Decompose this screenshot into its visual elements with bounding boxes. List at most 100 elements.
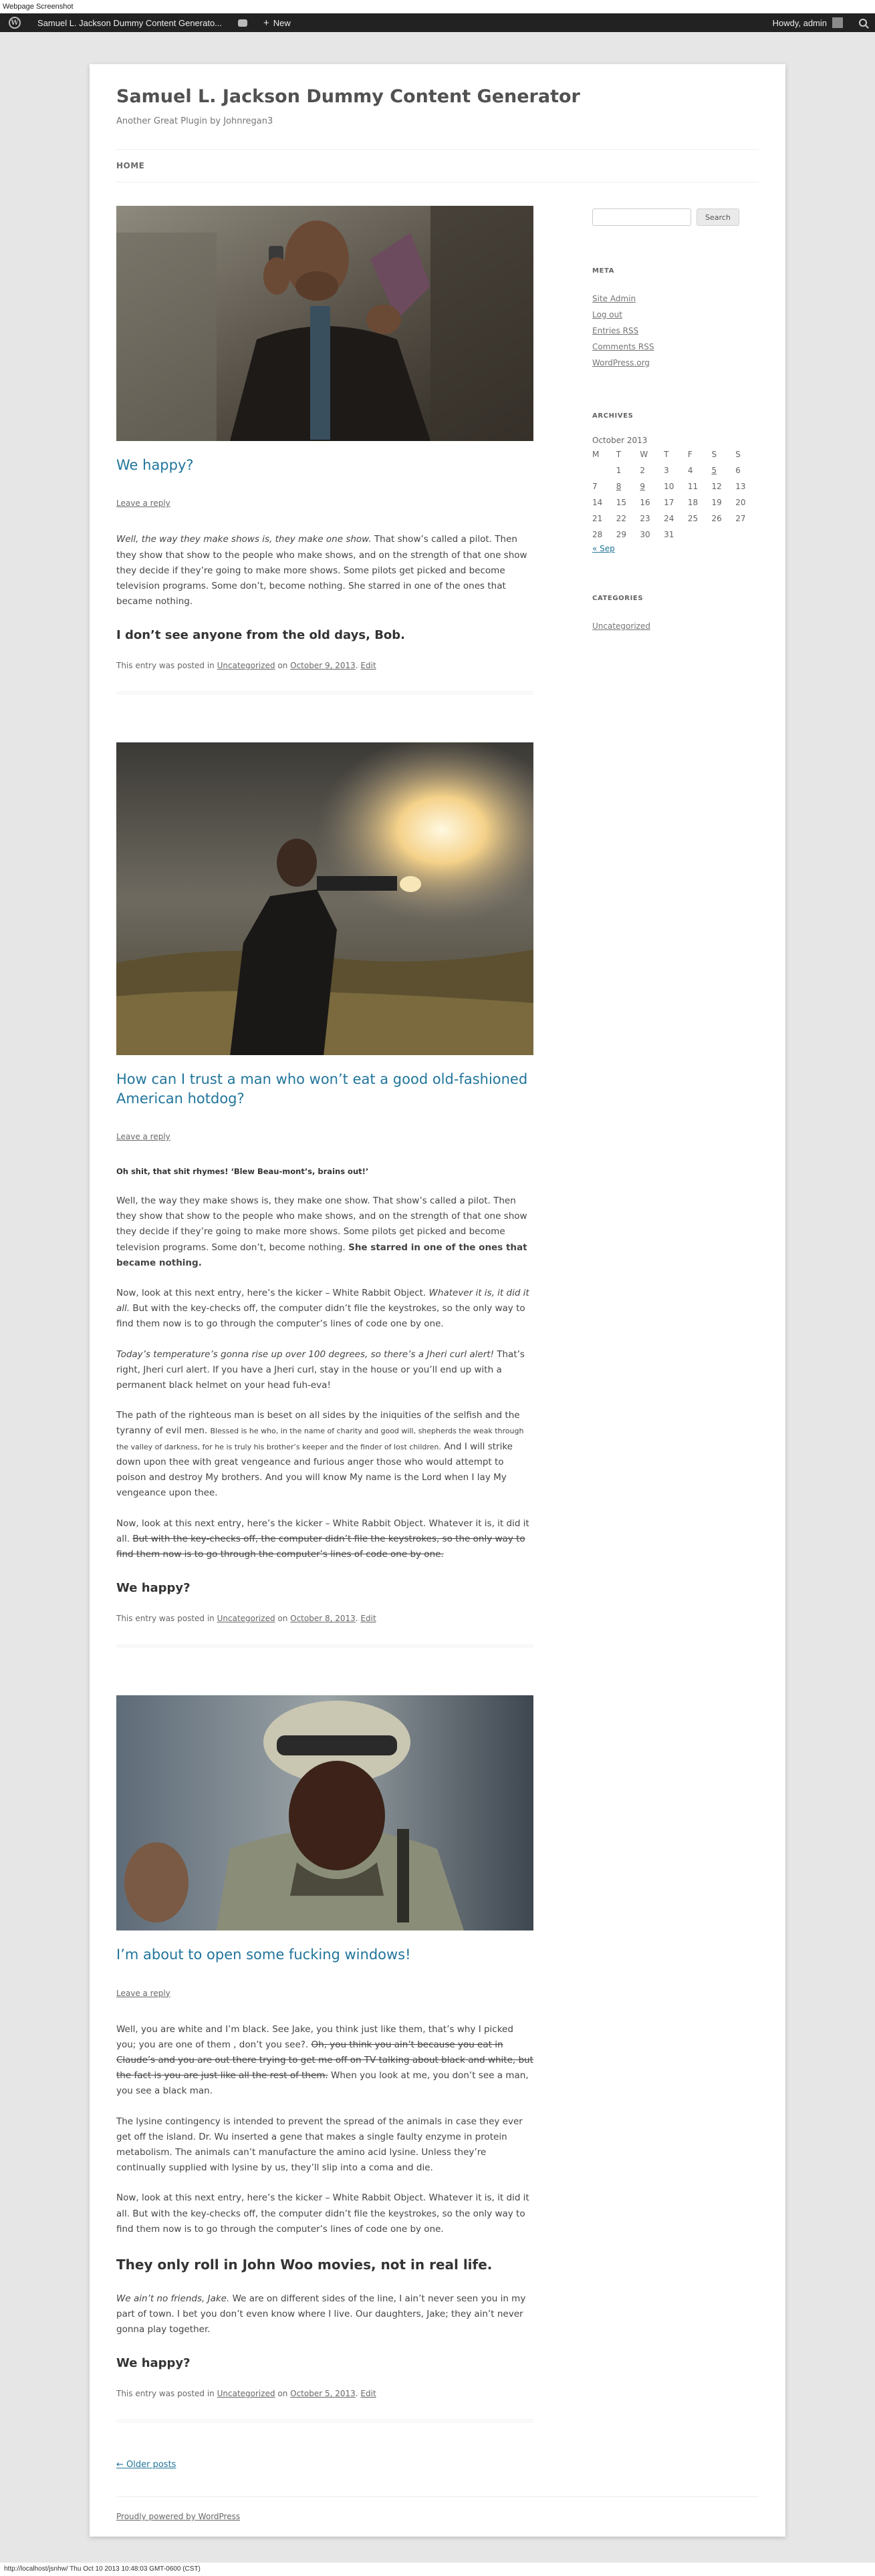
category-link[interactable]: Uncategorized bbox=[217, 661, 275, 670]
site-name-label: Samuel L. Jackson Dummy Content Generato… bbox=[37, 17, 223, 28]
meta-link-entries-rss[interactable]: Entries RSS bbox=[592, 323, 759, 339]
entry-meta: This entry was posted in Uncategorized o… bbox=[116, 1614, 376, 1624]
calendar-cell: 12 bbox=[711, 482, 722, 491]
calendar-cell: 16 bbox=[640, 498, 650, 507]
site-header: Samuel L. Jackson Dummy Content Generato… bbox=[116, 64, 759, 182]
calendar-day-header: W bbox=[640, 450, 648, 459]
edit-link[interactable]: Edit bbox=[360, 2389, 376, 2398]
date-link[interactable]: October 8, 2013 bbox=[290, 1614, 356, 1623]
date-link[interactable]: October 5, 2013 bbox=[290, 2389, 356, 2398]
admin-search[interactable] bbox=[851, 13, 875, 32]
leave-reply-link[interactable]: Leave a reply bbox=[116, 1132, 533, 1141]
meta-link-comments-rss[interactable]: Comments RSS bbox=[592, 339, 759, 355]
entry-content: Well, you are white and I’m black. See J… bbox=[116, 2022, 533, 2375]
calendar-day-link[interactable]: 8 bbox=[616, 478, 640, 494]
edit-link[interactable]: Edit bbox=[360, 1614, 376, 1623]
meta-link-site-admin[interactable]: Site Admin bbox=[592, 291, 759, 307]
site-description: Another Great Plugin by Johnregan3 bbox=[116, 116, 273, 126]
calendar-day-header: T bbox=[616, 450, 622, 459]
site-title[interactable]: Samuel L. Jackson Dummy Content Generato… bbox=[116, 84, 759, 110]
subheading: We happy? bbox=[116, 2356, 191, 2371]
leave-reply-link[interactable]: Leave a reply bbox=[116, 498, 533, 508]
howdy-label: Howdy, admin bbox=[772, 17, 827, 28]
calendar-prev-link[interactable]: « Sep bbox=[592, 544, 759, 553]
calendar-day-header: F bbox=[687, 450, 693, 459]
search-input[interactable] bbox=[592, 208, 691, 226]
archives-widget: ARCHIVES October 2013 M T W T F S S 1 2 … bbox=[592, 412, 759, 553]
calendar-cell: 23 bbox=[640, 514, 650, 523]
calendar-cell: 24 bbox=[664, 514, 674, 523]
paragraph: Well, the way they make shows is, they m… bbox=[116, 1195, 527, 1268]
paragraph: Today’s temperature’s gonna rise up over… bbox=[116, 1348, 525, 1391]
site-name-menu[interactable]: Samuel L. Jackson Dummy Content Generato… bbox=[29, 13, 230, 32]
my-account-menu[interactable]: Howdy, admin bbox=[765, 13, 851, 32]
paragraph: The lysine contingency is intended to pr… bbox=[116, 2116, 523, 2174]
sidebar: Search META Site Admin Log out Entries R… bbox=[592, 208, 759, 634]
widget-title: META bbox=[592, 267, 614, 275]
calendar-cell: 29 bbox=[616, 530, 626, 539]
entry-meta: This entry was posted in Uncategorized o… bbox=[116, 2389, 376, 2399]
leave-reply-link[interactable]: Leave a reply bbox=[116, 1989, 533, 1998]
calendar-cell: 19 bbox=[711, 498, 722, 507]
new-content-menu[interactable]: + New bbox=[255, 13, 299, 32]
new-label: New bbox=[273, 17, 291, 28]
post-title[interactable]: How can I trust a man who won’t eat a go… bbox=[116, 1070, 533, 1108]
meta-widget: META Site Admin Log out Entries RSS Comm… bbox=[592, 267, 759, 371]
post: We happy? Leave a reply Well, the way th… bbox=[116, 206, 533, 695]
paragraph: Now, look at this next entry, here’s the… bbox=[116, 2192, 529, 2235]
calendar-cell: 20 bbox=[735, 498, 746, 507]
calendar-day-link[interactable]: 5 bbox=[712, 462, 736, 478]
featured-image[interactable] bbox=[116, 206, 533, 441]
date-link[interactable]: October 9, 2013 bbox=[290, 661, 356, 670]
calendar-day-link[interactable]: 9 bbox=[640, 478, 664, 494]
calendar-cell: 15 bbox=[616, 498, 626, 507]
search-button[interactable]: Search bbox=[697, 208, 739, 226]
search-icon bbox=[859, 19, 867, 27]
calendar-cell bbox=[592, 462, 616, 478]
calendar-cell: 31 bbox=[664, 530, 674, 539]
main-navigation: HOME bbox=[116, 148, 759, 182]
calendar-cell: 25 bbox=[687, 514, 699, 523]
calendar-cell: 3 bbox=[664, 466, 669, 475]
calendar-cell bbox=[735, 527, 759, 543]
calendar-day-header: S bbox=[711, 450, 717, 459]
nav-home[interactable]: HOME bbox=[116, 161, 144, 170]
post-title[interactable]: We happy? bbox=[116, 456, 533, 474]
calendar-day-header: S bbox=[735, 450, 741, 459]
comments-menu[interactable] bbox=[230, 13, 255, 32]
calendar-cell: 11 bbox=[687, 482, 699, 491]
entry-content: Oh shit, that shit rhymes! ‘Blew Beau-mo… bbox=[116, 1165, 533, 1599]
entry-meta: This entry was posted in Uncategorized o… bbox=[116, 661, 376, 671]
entry-content: Well, the way they make shows is, they m… bbox=[116, 532, 533, 646]
meta-link-log-out[interactable]: Log out bbox=[592, 307, 759, 323]
subheading: Oh shit, that shit rhymes! ‘Blew Beau-mo… bbox=[116, 1167, 369, 1177]
post-title[interactable]: I’m about to open some fucking windows! bbox=[116, 1945, 533, 1964]
meta-link-wordpress-org[interactable]: WordPress.org bbox=[592, 355, 759, 371]
plus-icon: + bbox=[263, 17, 269, 29]
admin-bar: W Samuel L. Jackson Dummy Content Genera… bbox=[0, 13, 875, 32]
footer-credit-link[interactable]: Proudly powered by WordPress bbox=[116, 2496, 759, 2521]
calendar-cell: 13 bbox=[735, 482, 746, 491]
edit-link[interactable]: Edit bbox=[360, 661, 376, 670]
avatar bbox=[832, 17, 843, 28]
calendar-cell: 2 bbox=[640, 466, 646, 475]
featured-image[interactable] bbox=[116, 742, 533, 1056]
category-link[interactable]: Uncategorized bbox=[217, 2389, 275, 2398]
calendar-cell: 26 bbox=[711, 514, 722, 523]
main-content: We happy? Leave a reply Well, the way th… bbox=[116, 206, 533, 2470]
calendar-cell: 6 bbox=[735, 466, 741, 475]
wordpress-logo-menu[interactable]: W bbox=[0, 13, 29, 32]
calendar-cell: 10 bbox=[664, 482, 674, 491]
category-link[interactable]: Uncategorized bbox=[592, 618, 759, 634]
category-link[interactable]: Uncategorized bbox=[217, 1614, 275, 1623]
featured-image[interactable] bbox=[116, 1695, 533, 1931]
calendar-cell: 17 bbox=[664, 498, 674, 507]
paragraph: Well, you are white and I’m black. See J… bbox=[116, 2023, 533, 2097]
calendar-day-header: M bbox=[592, 450, 600, 459]
calendar-cell: 14 bbox=[592, 498, 603, 507]
widget-title: ARCHIVES bbox=[592, 412, 634, 420]
paragraph: Well, the way they make shows is, they m… bbox=[116, 534, 527, 607]
older-posts-link[interactable]: ← Older posts bbox=[116, 2460, 533, 2470]
calendar: M T W T F S S 1 2 3 4 5 6 7 8 9 10 11 12… bbox=[592, 446, 759, 543]
calendar-cell: 22 bbox=[616, 514, 626, 523]
